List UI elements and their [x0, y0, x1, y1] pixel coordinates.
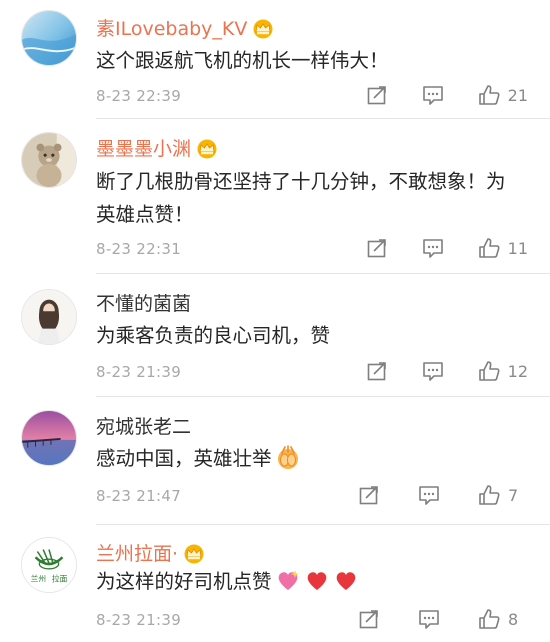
comment-actions: 8 [358, 604, 528, 634]
comment-text-content: 为这样的好司机点赞 [96, 570, 272, 593]
comment-actions: 21 [366, 80, 528, 110]
divider [96, 118, 550, 119]
comment-item: 墨墨墨小渊 断了几根肋骨还坚持了十几分钟，不敢想象！为英雄点赞！ 8-23 22… [0, 130, 550, 280]
bear-toy-avatar [22, 133, 76, 187]
repost-icon[interactable] [358, 608, 380, 630]
avatar[interactable] [21, 410, 77, 466]
thumbs-up-icon[interactable] [478, 608, 500, 630]
comment-item: 素ILovebaby_KV 这个跟返航飞机的机长一样伟大！ 8-23 22:39… [0, 10, 550, 128]
comment-icon[interactable] [422, 84, 444, 106]
timestamp: 8-23 21:39 [96, 611, 182, 629]
girl-illustration-avatar [22, 290, 76, 344]
username-row: 宛城张老二 [96, 412, 191, 442]
username[interactable]: 不懂的菌菌 [96, 291, 191, 317]
like-count: 7 [508, 485, 519, 505]
comment-text: 感动中国，英雄壮举 [96, 442, 526, 480]
timestamp: 8-23 22:31 [96, 240, 182, 258]
pier-sunset-avatar [22, 411, 76, 465]
avatar[interactable] [21, 10, 77, 66]
sparkling-heart-emoji [275, 567, 301, 603]
ocean-wave-avatar [22, 11, 76, 65]
comment-text: 这个跟返航飞机的机长一样伟大！ [96, 49, 389, 72]
comment-text: 为乘客负责的良心司机，赞 [96, 324, 331, 347]
username-row: 素ILovebaby_KV [96, 14, 275, 44]
comment-icon[interactable] [422, 360, 444, 382]
comment-text-content: 感动中国，英雄壮举 [96, 447, 272, 470]
divider [96, 524, 550, 525]
comment-actions: 7 [358, 480, 528, 510]
timestamp: 8-23 21:39 [96, 363, 182, 381]
comment-item: 宛城张老二 感动中国，英雄壮举 8-23 21:47 7 [0, 408, 550, 526]
comment-item: 兰州 拉面 兰州拉面· 为这样的好司机点赞 8-23 21:39 8 [0, 535, 550, 642]
like-count: 21 [507, 85, 528, 105]
timestamp: 8-23 21:47 [96, 487, 182, 505]
clapping-hands-emoji [275, 444, 301, 480]
crown-icon [251, 19, 275, 39]
comment-item: 不懂的菌菌 为乘客负责的良心司机，赞 8-23 21:39 12 [0, 285, 550, 397]
avatar-text-right: 拉面 [52, 573, 68, 583]
repost-icon[interactable] [358, 484, 380, 506]
username[interactable]: 素ILovebaby_KV [96, 16, 247, 42]
noodle-logo-avatar: 兰州 拉面 [22, 538, 76, 592]
thumbs-up-icon[interactable] [478, 237, 500, 259]
crown-icon [195, 139, 219, 159]
username[interactable]: 墨墨墨小渊 [96, 136, 191, 162]
avatar[interactable] [21, 132, 77, 188]
like-count: 12 [507, 361, 528, 381]
red-heart-emoji [333, 567, 359, 603]
divider [96, 396, 550, 397]
comment-text: 断了几根肋骨还坚持了十几分钟，不敢想象！为英雄点赞！ [96, 170, 506, 226]
timestamp: 8-23 22:39 [96, 87, 182, 105]
like-count: 11 [507, 238, 528, 258]
username-row: 不懂的菌菌 [96, 289, 191, 319]
username[interactable]: 宛城张老二 [96, 414, 191, 440]
divider [96, 273, 550, 274]
thumbs-up-icon[interactable] [478, 360, 500, 382]
comment-text: 为这样的好司机点赞 [96, 565, 526, 603]
avatar[interactable] [21, 289, 77, 345]
avatar-text-left: 兰州 [31, 573, 46, 583]
username-row: 墨墨墨小渊 [96, 134, 219, 164]
thumbs-up-icon[interactable] [478, 84, 500, 106]
like-count: 8 [508, 609, 519, 629]
comment-icon[interactable] [418, 484, 440, 506]
thumbs-up-icon[interactable] [478, 484, 500, 506]
crown-icon [182, 544, 206, 564]
repost-icon[interactable] [366, 237, 388, 259]
comment-icon[interactable] [418, 608, 440, 630]
comment-actions: 11 [366, 233, 528, 263]
username[interactable]: 兰州拉面· [96, 541, 178, 567]
red-heart-emoji [304, 567, 330, 603]
repost-icon[interactable] [366, 84, 388, 106]
comment-actions: 12 [366, 356, 528, 386]
comment-icon[interactable] [422, 237, 444, 259]
avatar[interactable]: 兰州 拉面 [21, 537, 77, 593]
repost-icon[interactable] [366, 360, 388, 382]
